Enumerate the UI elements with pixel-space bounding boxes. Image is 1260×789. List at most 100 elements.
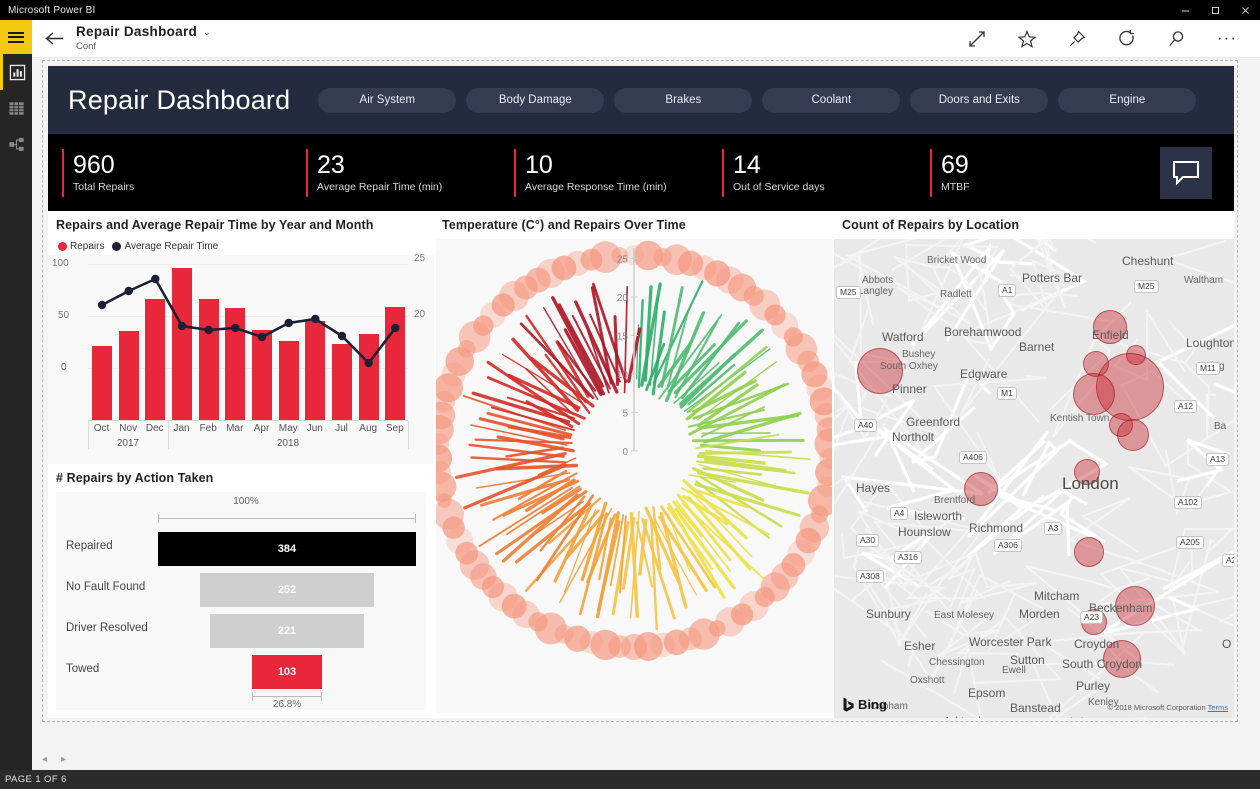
kpi-card-average-response-time[interactable]: 10 Average Response Time (min) [500,149,708,197]
map-place-label: Edgware [960,367,1007,381]
map-terms-link[interactable]: Terms [1208,703,1228,712]
y-axis-tick-left: 100 [52,258,69,269]
kpi-value: 960 [73,152,134,179]
map-place-label: Hounslow [898,525,951,539]
maximize-icon[interactable] [1200,0,1230,20]
kpi-card-total-repairs[interactable]: 960 Total Repairs [48,149,292,197]
kpi-card-out-of-service-days[interactable]: 14 Out of Service days [708,149,916,197]
report-title-block[interactable]: Repair Dashboard ⌄ Conf [76,25,211,52]
legend-item-average-repair-time[interactable]: Average Repair Time [112,241,218,252]
close-icon[interactable] [1230,0,1260,20]
funnel-label: Driver Resolved [66,622,148,634]
map-place-label: Pinner [892,382,927,396]
map-place-label: South Oxhey [880,361,938,372]
map-place-label: Croydon [1074,637,1119,651]
funnel-plot-area: 100% Repaired 384 No Fault Found 252 Dri… [56,492,426,710]
filter-pill-doors-and-exits[interactable]: Doors and Exits [910,88,1048,113]
filter-pill-brakes[interactable]: Brakes [614,88,752,113]
expand-icon[interactable] [952,20,1002,58]
map-place-label: Isleworth [914,509,962,523]
search-icon[interactable] [1152,20,1202,58]
map-bubble[interactable] [1117,419,1149,451]
kpi-card-mtbf[interactable]: 69 MTBF [916,149,1116,197]
comment-icon[interactable] [1160,147,1212,199]
legend-item-repairs[interactable]: Repairs [58,241,104,252]
funnel-row-driver-resolved[interactable]: Driver Resolved 221 [56,614,426,648]
map-plot-area[interactable]: AbbotsLangley Bricket Wood Radlett Potters … [834,239,1234,718]
funnel-row-repaired[interactable]: Repaired 384 [56,532,426,566]
map-place-label: Northolt [892,430,934,444]
power-bi-window: Microsoft Power BI [0,0,1260,789]
funnel-top-percent: 100% [156,496,336,507]
hamburger-icon[interactable] [0,20,32,54]
x-axis-tick: Nov [115,423,142,434]
map-place-label: Loughton [1186,336,1234,350]
map-road-badge: A3 [1044,522,1062,535]
kpi-value: 14 [733,152,825,179]
map-place-label: Bricket Wood [927,255,986,266]
sidebar-item-data-view[interactable] [0,90,32,126]
map-place-label: East Molesey [934,610,994,621]
kpi-accent-bar [722,149,724,197]
funnel-label: No Fault Found [66,581,145,593]
y-axis-tick-left: 0 [61,362,67,373]
chart-plot-area: 0 50 100 20 25 [48,255,434,464]
map-road-badge: A2 [1222,554,1234,567]
legend-label: Average Repair Time [124,241,218,252]
map-bubble[interactable] [1073,373,1115,415]
kpi-card-average-repair-time[interactable]: 23 Average Repair Time (min) [292,149,500,197]
filter-pill-body-damage[interactable]: Body Damage [466,88,604,113]
page-next-arrow[interactable]: ▸ [61,754,66,765]
pin-icon[interactable] [1052,20,1102,58]
page-prev-arrow[interactable]: ◂ [42,754,47,765]
bing-map-canvas[interactable]: AbbotsLangley Bricket Wood Radlett Potters … [834,239,1234,718]
visual-repairs-by-month[interactable]: Repairs and Average Repair Time by Year … [48,211,434,464]
window-title-bar: Microsoft Power BI [0,0,1260,20]
filter-pill-engine[interactable]: Engine [1058,88,1196,113]
map-place-label: Langley [858,286,893,297]
radial-chart-svg: 0510152025 [436,239,832,713]
visual-repairs-by-action-taken[interactable]: # Repairs by Action Taken 100% Repaired … [48,464,434,718]
back-arrow-icon[interactable] [32,20,76,58]
funnel-row-towed[interactable]: Towed 103 [56,655,426,689]
ellipsis-glyph: ··· [1217,33,1237,43]
map-place-label: O [1222,637,1231,651]
table-grid-icon [8,100,25,117]
funnel-label: Repaired [66,540,113,552]
star-icon[interactable] [1002,20,1052,58]
kpi-accent-bar [514,149,516,197]
kpi-value: 10 [525,152,667,179]
funnel-top-bracket [158,514,416,523]
map-road-badge: A308 [856,570,884,583]
visual-temperature-and-repairs-over-time[interactable]: Temperature (C°) and Repairs Over Time 0… [434,211,834,718]
sidebar-item-report-view[interactable] [0,54,32,90]
map-place-label: Worcester Park [969,635,1051,649]
map-road-badge: M25 [836,286,861,299]
map-road-badge: A102 [1174,496,1202,509]
map-road-badge: A40 [854,419,877,432]
bing-label: Bing [858,697,887,712]
refresh-icon[interactable] [1102,20,1152,58]
svg-text:25: 25 [617,255,629,266]
kpi-accent-bar [62,149,64,197]
filter-pill-coolant[interactable]: Coolant [762,88,900,113]
filter-pill-air-system[interactable]: Air System [318,88,456,113]
sidebar-item-model-view[interactable] [0,126,32,162]
funnel-bar: 221 [210,614,364,648]
map-place-label: Abbots [862,275,893,286]
map-bubble[interactable] [1074,537,1104,567]
minimize-icon[interactable] [1170,0,1200,20]
filter-pill-group: Air System Body Damage Brakes Coolant Do… [318,88,1196,113]
x-axis-group-label: 2017 [88,438,168,449]
map-place-label: Sunbury [866,607,911,621]
map-place-label: Potters Bar [1022,271,1082,285]
chevron-down-icon[interactable]: ⌄ [203,28,211,38]
report-subtitle: Conf [76,42,211,52]
visual-count-of-repairs-by-location[interactable]: Count of Repairs by Location AbbotsLangl… [834,211,1234,718]
kpi-value: 23 [317,152,442,179]
bing-logo[interactable]: Bing [842,697,887,712]
map-place-label: Radlett [940,289,972,300]
svg-text:10: 10 [617,370,629,381]
funnel-row-no-fault-found[interactable]: No Fault Found 252 [56,573,426,607]
ellipsis-icon[interactable]: ··· [1202,20,1252,58]
